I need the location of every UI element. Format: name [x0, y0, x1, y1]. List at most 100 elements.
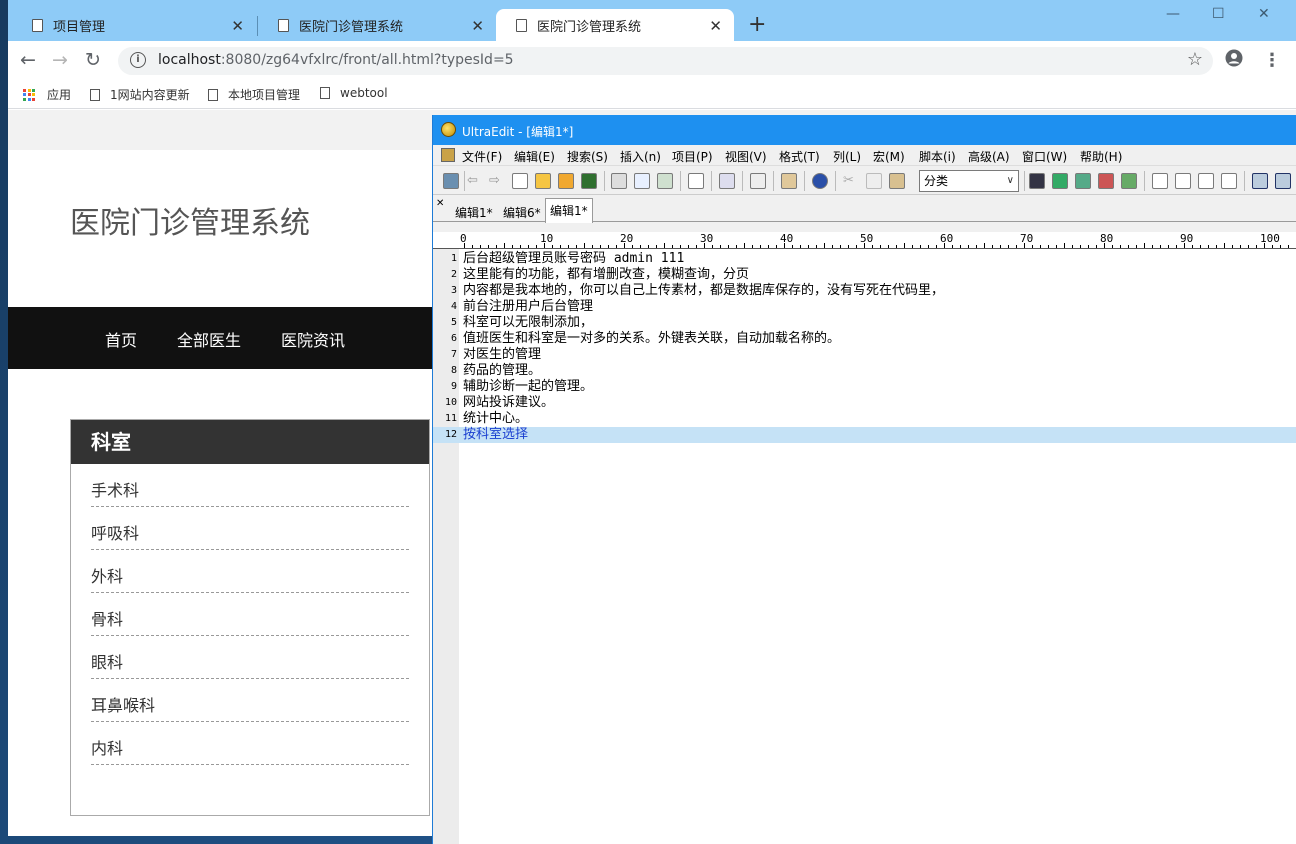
close-window-button[interactable]: ✕	[1258, 6, 1270, 22]
justify-icon[interactable]	[1221, 173, 1237, 189]
department-item[interactable]: 骨科	[91, 593, 409, 636]
editor-line[interactable]: 7 对医生的管理	[433, 347, 1296, 363]
department-item[interactable]: 内科	[91, 722, 409, 765]
bookmark-star-icon[interactable]: ☆	[1187, 49, 1203, 70]
editor-line[interactable]: 5 科室可以无限制添加，	[433, 315, 1296, 331]
menu-insert[interactable]: 插入(n)	[620, 148, 661, 165]
menu-help[interactable]: 帮助(H)	[1080, 148, 1122, 165]
back-arrow-icon[interactable]: ←	[20, 49, 36, 71]
close-icon[interactable]: ✕	[436, 198, 444, 209]
editor-line[interactable]: 3 内容都是我本地的，你可以自己上传素材，都是数据库保存的，没有写死在代码里，	[433, 283, 1296, 299]
browser-tab-2[interactable]: 医院门诊管理系统 ✕	[258, 9, 496, 41]
open-folder-2-icon[interactable]	[558, 173, 574, 189]
close-icon[interactable]: ✕	[471, 17, 484, 35]
menu-script[interactable]: 脚本(i)	[919, 148, 956, 165]
editor-line[interactable]: 9 辅助诊断一起的管理。	[433, 379, 1296, 395]
cut-icon[interactable]: ✂	[843, 173, 859, 189]
menu-edit[interactable]: 编辑(E)	[514, 148, 555, 165]
editor-line[interactable]: 4 前台注册用户后台管理	[433, 299, 1296, 315]
document-icon[interactable]	[688, 173, 704, 189]
forward-arrow-icon[interactable]: ⇨	[489, 173, 505, 189]
editor-line[interactable]: 6 值班医生和科室是一对多的关系。外键表关联，自动加载名称的。	[433, 331, 1296, 347]
category-dropdown[interactable]: 分类 ∨	[919, 170, 1019, 192]
find-prev-icon[interactable]	[1075, 173, 1091, 189]
word-wrap-icon[interactable]	[719, 173, 735, 189]
menu-file[interactable]: 文件(F)	[462, 148, 502, 165]
editor-line-current[interactable]: 12 按科室选择	[433, 427, 1296, 443]
new-file-icon[interactable]	[512, 173, 528, 189]
open-project-icon[interactable]	[443, 173, 459, 189]
document-menu-icon[interactable]	[441, 148, 455, 162]
menu-project[interactable]: 项目(P)	[672, 148, 713, 165]
editor-line[interactable]: 2 这里能有的功能，都有增删改查，模糊查询，分页	[433, 267, 1296, 283]
editor-line[interactable]: 8 药品的管理。	[433, 363, 1296, 379]
align-left-icon[interactable]	[1152, 173, 1168, 189]
find-next-icon[interactable]	[1052, 173, 1068, 189]
back-arrow-icon[interactable]: ⇦	[467, 173, 483, 189]
align-center-icon[interactable]	[1175, 173, 1191, 189]
split-vertical-icon[interactable]	[1275, 173, 1291, 189]
clipboard-icon[interactable]	[781, 173, 797, 189]
window-title: UltraEdit - [编辑1*]	[462, 125, 574, 139]
text-editor-area[interactable]: 1 后台超级管理员账号密码 admin 111 2 这里能有的功能，都有增删改查，模糊…	[433, 249, 1296, 844]
menu-format[interactable]: 格式(T)	[779, 148, 820, 165]
menu-macro[interactable]: 宏(M)	[873, 148, 905, 165]
bookmark-apps[interactable]: 应用	[23, 86, 71, 103]
ruler-minor-tick	[1256, 245, 1257, 248]
browser-tab-3-active[interactable]: 医院门诊管理系统 ✕	[496, 9, 734, 41]
more-menu-icon[interactable]: ⋮	[1263, 50, 1281, 71]
editor-line[interactable]: 11 统计中心。	[433, 411, 1296, 427]
nav-home[interactable]: 首页	[105, 327, 137, 351]
copy-icon[interactable]	[866, 173, 882, 189]
editor-line[interactable]: 10 网站投诉建议。	[433, 395, 1296, 411]
print-icon[interactable]	[611, 173, 627, 189]
department-item[interactable]: 耳鼻喉科	[91, 679, 409, 722]
bookmark-item[interactable]: 1网站内容更新	[90, 86, 190, 103]
new-tab-button[interactable]: +	[748, 13, 766, 37]
split-horizontal-icon[interactable]	[1252, 173, 1268, 189]
nav-all-doctors[interactable]: 全部医生	[177, 327, 241, 351]
menu-window[interactable]: 窗口(W)	[1022, 148, 1067, 165]
department-item[interactable]: 手术科	[91, 464, 409, 507]
page-icon	[208, 88, 218, 101]
menu-search[interactable]: 搜索(S)	[567, 148, 608, 165]
export-icon[interactable]	[657, 173, 673, 189]
department-item[interactable]: 外科	[91, 550, 409, 593]
paste-icon[interactable]	[889, 173, 905, 189]
maximize-button[interactable]: ☐	[1212, 6, 1225, 22]
find-in-files-icon[interactable]	[1121, 173, 1137, 189]
profile-avatar-icon[interactable]	[1225, 49, 1243, 72]
file-tab[interactable]: 编辑6*	[499, 201, 545, 222]
align-right-icon[interactable]	[1198, 173, 1214, 189]
close-icon[interactable]: ✕	[231, 17, 244, 35]
info-icon[interactable]: i	[130, 52, 146, 68]
menu-view[interactable]: 视图(V)	[725, 148, 767, 165]
line-text: 药品的管理。	[463, 363, 542, 378]
replace-icon[interactable]	[1098, 173, 1114, 189]
address-bar[interactable]: i localhost:8080/zg64vfxlrc/front/all.ht…	[118, 47, 1213, 75]
menu-column[interactable]: 列(L)	[833, 148, 861, 165]
file-tab[interactable]: 编辑1*	[451, 201, 497, 222]
save-icon[interactable]	[581, 173, 597, 189]
department-item[interactable]: 呼吸科	[91, 507, 409, 550]
bookmark-item[interactable]: webtool	[320, 86, 388, 100]
print-preview-icon[interactable]	[634, 173, 650, 189]
file-tab-active[interactable]: 编辑1*	[545, 198, 593, 223]
menu-advanced[interactable]: 高级(A)	[968, 148, 1010, 165]
hex-mode-icon[interactable]	[750, 173, 766, 189]
editor-line[interactable]: 1 后台超级管理员账号密码 admin 111	[433, 251, 1296, 267]
forward-arrow-icon[interactable]: →	[52, 49, 68, 71]
ruler-minor-tick	[1248, 245, 1249, 248]
url-text[interactable]: localhost:8080/zg64vfxlrc/front/all.html…	[158, 52, 514, 68]
department-item[interactable]: 眼科	[91, 636, 409, 679]
minimize-button[interactable]: —	[1166, 6, 1180, 22]
open-folder-icon[interactable]	[535, 173, 551, 189]
browser-view-icon[interactable]	[812, 173, 828, 189]
ruler-minor-tick	[872, 245, 873, 248]
nav-hospital-news[interactable]: 医院资讯	[281, 327, 345, 351]
browser-tab-1[interactable]: 项目管理 ✕	[12, 9, 256, 41]
find-icon[interactable]	[1029, 173, 1045, 189]
close-icon[interactable]: ✕	[709, 17, 722, 35]
bookmark-item[interactable]: 本地项目管理	[208, 86, 300, 103]
reload-icon[interactable]: ↻	[85, 49, 101, 71]
